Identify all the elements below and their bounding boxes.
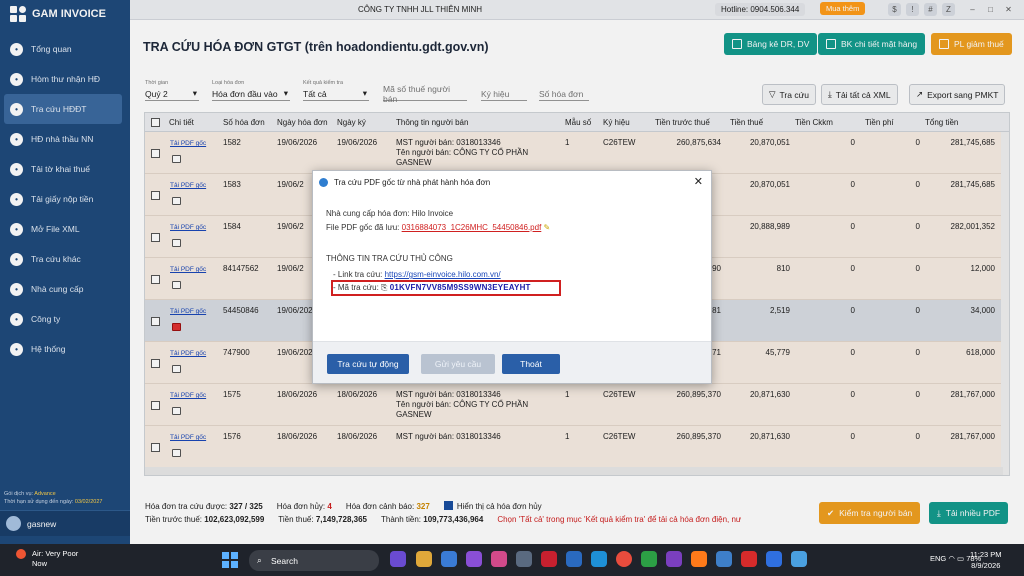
taskbar-search[interactable]: ⌕ Search bbox=[249, 550, 379, 571]
copy-icon[interactable]: ⎘ bbox=[381, 283, 387, 292]
wifi-icon: ◠ bbox=[948, 554, 955, 563]
send-request-button[interactable]: Gửi yêu cầu bbox=[421, 354, 495, 374]
app-icon[interactable] bbox=[641, 551, 657, 567]
start-button[interactable] bbox=[222, 552, 238, 568]
taskbar: Air: Very Poor Now ⌕ Search ENG ◠ ▭ 78% 1… bbox=[0, 544, 1024, 576]
language-indicator: ENG bbox=[930, 554, 947, 563]
gam-invoice-icon[interactable] bbox=[716, 551, 732, 567]
app-icon[interactable] bbox=[791, 551, 807, 567]
air-quality-icon bbox=[16, 549, 26, 559]
exit-button[interactable]: Thoát bbox=[502, 354, 560, 374]
app-icon[interactable] bbox=[766, 551, 782, 567]
dialog-footer: Tra cứu tự động Gửi yêu cầu Thoát bbox=[313, 341, 711, 383]
clock-time: 11:23 PM bbox=[970, 550, 1002, 559]
app-icon[interactable] bbox=[741, 551, 757, 567]
teams-icon[interactable] bbox=[466, 551, 482, 567]
dialog-close-icon[interactable]: ✕ bbox=[694, 175, 703, 188]
provider-label: Nhà cung cấp hóa đơn: bbox=[326, 209, 410, 218]
taskbar-search-label: Search bbox=[271, 555, 298, 566]
battery-icon: ▭ bbox=[957, 554, 965, 563]
dialog-body: Nhà cung cấp hóa đơn: Hilo Invoice File … bbox=[313, 193, 711, 343]
open-folder-icon[interactable]: ✎ bbox=[544, 223, 551, 232]
saved-file-link[interactable]: 0316884073_1C26MHC_54450846.pdf bbox=[402, 223, 542, 232]
edge-icon[interactable] bbox=[591, 551, 607, 567]
store-icon[interactable] bbox=[491, 551, 507, 567]
app-icon[interactable] bbox=[541, 551, 557, 567]
app-icon[interactable] bbox=[516, 551, 532, 567]
file-explorer-icon[interactable] bbox=[416, 551, 432, 567]
provider-value: Hilo Invoice bbox=[411, 209, 454, 218]
dialog-title: Tra cứu PDF gốc từ nhà phát hành hóa đơn bbox=[334, 177, 491, 187]
weather-widget[interactable]: Air: Very Poor Now bbox=[16, 549, 79, 569]
task-view-icon[interactable] bbox=[390, 551, 406, 567]
pdf-lookup-dialog: Tra cứu PDF gốc từ nhà phát hành hóa đơn… bbox=[312, 170, 712, 384]
mail-icon[interactable] bbox=[441, 551, 457, 567]
manual-lookup-title: THÔNG TIN TRA CỨU THỦ CÔNG bbox=[326, 254, 453, 263]
weather-line-2: Now bbox=[32, 559, 48, 568]
lookup-link-label: - Link tra cứu: bbox=[333, 270, 383, 279]
app-icon[interactable] bbox=[566, 551, 582, 567]
lookup-link[interactable]: https://gsm-einvoice.hilo.com.vn/ bbox=[385, 270, 501, 279]
onenote-icon[interactable] bbox=[666, 551, 682, 567]
search-icon: ⌕ bbox=[257, 555, 262, 565]
dialog-title-bar: Tra cứu PDF gốc từ nhà phát hành hóa đơn bbox=[313, 171, 711, 193]
chrome-icon[interactable] bbox=[616, 551, 632, 567]
clock[interactable]: 11:23 PM 8/9/2026 bbox=[970, 549, 1002, 571]
app-globe-icon bbox=[319, 177, 328, 187]
clock-date: 8/9/2026 bbox=[971, 561, 1001, 570]
lookup-code-value[interactable]: 01KVFN7VV85M9SS9WN3EYEAYHT bbox=[390, 283, 531, 292]
saved-file-label: File PDF gốc đã lưu: bbox=[326, 223, 400, 232]
firefox-icon[interactable] bbox=[691, 551, 707, 567]
lookup-code-label: - Mã tra cứu: bbox=[333, 283, 379, 292]
weather-line-1: Air: Very Poor bbox=[32, 549, 79, 558]
auto-lookup-button[interactable]: Tra cứu tự động bbox=[327, 354, 409, 374]
